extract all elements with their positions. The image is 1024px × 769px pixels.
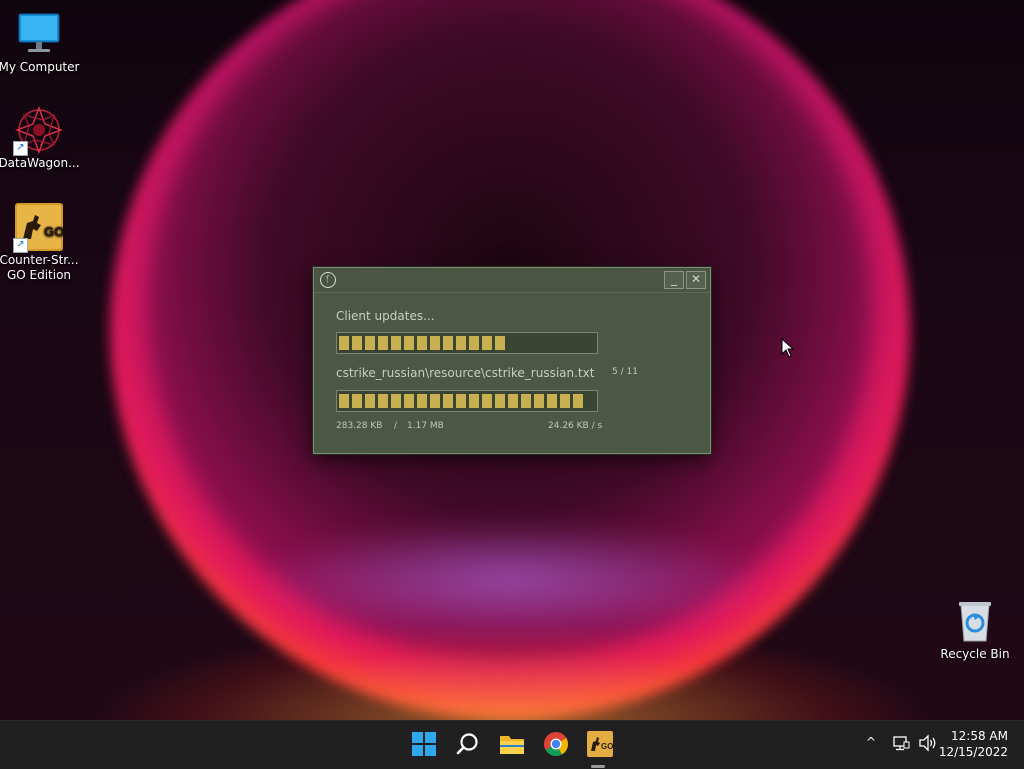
desktop-icon-label: DataWagon... (0, 156, 80, 170)
updater-window[interactable]: ᚶ _ ✕ Client updates... cstrike_russian\… (313, 267, 711, 454)
tray-chevron-icon[interactable]: ^ (866, 735, 876, 749)
search-button[interactable] (453, 729, 483, 759)
overall-progress-fill (339, 336, 505, 350)
csgo-icon: GO (587, 731, 613, 757)
svg-text:GO: GO (601, 742, 613, 751)
shortcut-arrow-icon: ↗ (13, 238, 28, 253)
current-file-path: cstrike_russian\resource\cstrike_russian… (336, 366, 595, 380)
start-button[interactable] (409, 729, 439, 759)
file-progress-bar (336, 390, 598, 412)
file-progress-fill (339, 394, 583, 408)
size-separator: / (394, 421, 398, 431)
steam-logo-icon: ᚶ (320, 272, 336, 288)
status-text: Client updates... (336, 309, 435, 323)
mouse-cursor-icon (781, 337, 795, 362)
chrome-icon (544, 732, 568, 757)
csgo-icon: GO ↗ (13, 203, 64, 253)
system-clock[interactable]: 12:58 AM 12/15/2022 (939, 728, 1008, 760)
search-icon (456, 733, 478, 755)
download-speed: 24.26 KB / s (548, 421, 603, 431)
shortcut-arrow-icon: ↗ (13, 141, 28, 156)
desktop-icon-my-computer[interactable]: My Computer (0, 10, 80, 75)
svg-text:GO: GO (44, 224, 63, 239)
volume-icon[interactable] (918, 734, 938, 755)
desktop-icon-datawagon[interactable]: ↗ DataWagon... (0, 105, 80, 171)
desktop-icon-recycle-bin[interactable]: Recycle Bin (934, 597, 1016, 662)
windows-logo-icon (412, 732, 436, 756)
file-explorer-icon (500, 736, 524, 754)
network-icon[interactable] (892, 734, 910, 755)
close-button[interactable]: ✕ (686, 271, 706, 289)
desktop-icon-csgo[interactable]: GO ↗ Counter-Str... GO Edition (0, 203, 80, 283)
window-titlebar[interactable]: ᚶ _ ✕ (314, 268, 710, 293)
wallpaper-glow (0, 560, 1024, 720)
desktop-icon-label: My Computer (0, 60, 80, 74)
overall-progress-bar (336, 332, 598, 354)
downloaded-size: 283.28 KB (336, 421, 383, 431)
minimize-button[interactable]: _ (664, 271, 684, 289)
desktop-icon-label: Recycle Bin (940, 647, 1010, 661)
file-explorer-button[interactable] (497, 729, 527, 759)
clock-time: 12:58 AM (951, 729, 1008, 743)
datawagon-icon: ↗ (13, 105, 64, 156)
clock-date: 12/15/2022 (938, 745, 1008, 759)
desktop-icon-label: Counter-Str... GO Edition (0, 253, 79, 282)
total-size: 1.17 MB (407, 421, 444, 431)
csgo-taskbar-button[interactable]: GO (585, 729, 615, 759)
file-counter: 5 / 11 (612, 367, 638, 377)
taskbar: GO ^ 12:58 AM 12/15/2022 (0, 720, 1024, 769)
recycle-bin-icon (951, 597, 999, 645)
monitor-icon (15, 10, 63, 58)
chrome-button[interactable] (541, 729, 571, 759)
